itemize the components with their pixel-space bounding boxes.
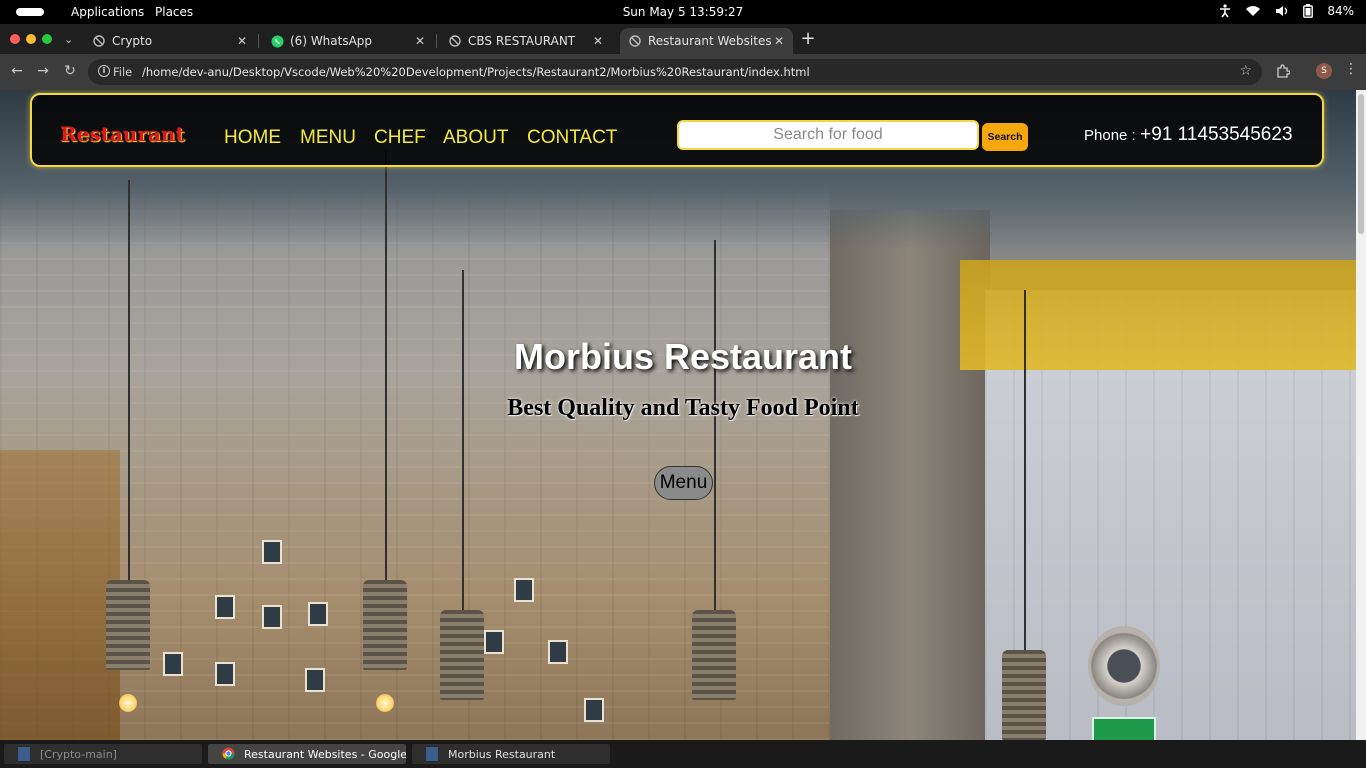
- tab-title: (6) WhatsApp: [290, 34, 373, 48]
- wifi-icon[interactable]: [1245, 5, 1261, 17]
- window-button-crypto-main[interactable]: [Crypto-main]: [4, 744, 202, 764]
- rust-stain: [0, 450, 120, 740]
- close-tab-icon[interactable]: ✕: [771, 34, 787, 48]
- menu-button[interactable]: Menu: [654, 466, 713, 500]
- site-navbar: Restaurant HOME MENU CHEF ABOUT CONTACT …: [30, 93, 1324, 167]
- pendant-lamp: [440, 610, 484, 700]
- address-bar[interactable]: i File /home/dev-anu/Desktop/Vscode/Web%…: [88, 59, 1262, 85]
- light-bulb: [376, 694, 394, 712]
- browser-menu-icon[interactable]: ⋮: [1344, 61, 1358, 77]
- clock[interactable]: Sun May 5 13:59:27: [0, 5, 1366, 19]
- pendant-lamp: [1002, 650, 1046, 740]
- close-tab-icon[interactable]: ✕: [234, 34, 250, 48]
- site-info-icon[interactable]: i: [98, 65, 110, 77]
- wall-art-frame: [305, 668, 325, 692]
- pendant-lamp: [106, 580, 150, 670]
- wall-art-frame: [514, 578, 534, 602]
- minimize-window-button[interactable]: [26, 34, 36, 44]
- globe-icon: [92, 34, 106, 48]
- close-tab-icon[interactable]: ✕: [412, 34, 428, 48]
- lamp-cable: [714, 240, 716, 610]
- window-button-label: [Crypto-main]: [40, 747, 117, 761]
- browser-toolbar: ← → ↻ i File /home/dev-anu/Desktop/Vscod…: [0, 54, 1366, 90]
- tab-title: Restaurant Websites: [648, 34, 771, 48]
- extensions-puzzle-icon[interactable]: [1276, 63, 1291, 82]
- food-search-input[interactable]: [677, 120, 979, 150]
- search-button[interactable]: Search: [982, 123, 1028, 151]
- wall-art-frame: [163, 652, 183, 676]
- new-tab-button[interactable]: +: [800, 28, 816, 49]
- forward-arrow-icon[interactable]: →: [34, 63, 52, 79]
- scheme-label: File: [113, 65, 133, 79]
- hero-subtitle: Best Quality and Tasty Food Point: [507, 395, 859, 421]
- nav-link-chef[interactable]: CHEF: [374, 127, 426, 149]
- wall-art-frame: [215, 595, 235, 619]
- tab-divider: [436, 34, 437, 48]
- hero-title: Morbius Restaurant: [513, 336, 853, 377]
- system-tray[interactable]: 84%: [1219, 4, 1354, 18]
- nav-link-contact[interactable]: CONTACT: [527, 127, 617, 149]
- chrome-icon: [222, 747, 235, 761]
- reload-icon[interactable]: ↻: [61, 63, 79, 79]
- nav-link-home[interactable]: HOME: [224, 127, 281, 149]
- phone-label: Phone :: [1084, 127, 1136, 144]
- bookmark-star-icon[interactable]: ☆: [1239, 63, 1252, 79]
- wall-art-frame: [308, 602, 328, 626]
- close-window-button[interactable]: [10, 34, 20, 44]
- tab-title: CBS RESTAURANT: [468, 34, 576, 48]
- globe-icon: [448, 34, 462, 48]
- wall-art-frame: [584, 698, 604, 722]
- tab-whatsapp[interactable]: (6) WhatsApp ✕: [262, 28, 434, 54]
- pendant-lamp: [363, 580, 407, 670]
- phone-contact: Phone : +91 11453545623: [1084, 124, 1293, 146]
- editor-window-icon: [18, 747, 30, 761]
- window-list-bar: [Crypto-main] Restaurant Websites - Goog…: [0, 740, 1366, 768]
- volume-icon[interactable]: [1275, 5, 1289, 17]
- tab-strip: ⌄ Crypto ✕ (6) WhatsApp ✕ CBS RESTAURANT…: [0, 24, 1366, 54]
- lamp-cable: [128, 180, 130, 580]
- globe-icon: [628, 34, 642, 48]
- system-top-bar: Applications Places Sun May 5 13:59:27 8…: [0, 0, 1366, 24]
- document-window-icon: [426, 747, 438, 761]
- window-button-label: Morbius Restaurant: [448, 747, 556, 761]
- tab-restaurant-websites[interactable]: Restaurant Websites ✕: [620, 28, 793, 54]
- pendant-lamp: [692, 610, 736, 700]
- accessibility-icon[interactable]: [1219, 4, 1231, 18]
- page-viewport: Restaurant HOME MENU CHEF ABOUT CONTACT …: [0, 90, 1356, 740]
- nav-link-menu[interactable]: MENU: [300, 127, 356, 149]
- round-vent: [1088, 626, 1160, 706]
- battery-percent: 84%: [1327, 4, 1354, 18]
- wall-art-frame: [548, 640, 568, 664]
- close-tab-icon[interactable]: ✕: [590, 34, 606, 48]
- tab-cbs-restaurant[interactable]: CBS RESTAURANT ✕: [440, 28, 612, 54]
- url-text[interactable]: /home/dev-anu/Desktop/Vscode/Web%20%20De…: [142, 65, 810, 79]
- maximize-window-button[interactable]: [42, 34, 52, 44]
- window-button-chrome[interactable]: Restaurant Websites - Google Ch...: [208, 744, 406, 764]
- light-bulb: [119, 694, 137, 712]
- back-arrow-icon[interactable]: ←: [8, 63, 26, 79]
- exit-sign: [1092, 717, 1156, 740]
- tab-crypto[interactable]: Crypto ✕: [84, 28, 256, 54]
- lamp-cable: [462, 270, 464, 610]
- page-scrollbar[interactable]: [1356, 90, 1366, 740]
- wall-art-frame: [484, 630, 504, 654]
- wall-art-frame: [215, 662, 235, 686]
- nav-link-about[interactable]: ABOUT: [443, 127, 508, 149]
- wall-art-frame: [262, 540, 282, 564]
- window-button-morbius-restaurant[interactable]: Morbius Restaurant: [412, 744, 610, 764]
- scrollbar-thumb[interactable]: [1358, 94, 1364, 234]
- tab-search-chevron-icon[interactable]: ⌄: [64, 33, 73, 46]
- wall-art-frame: [262, 605, 282, 629]
- battery-icon[interactable]: [1303, 4, 1314, 18]
- tab-title: Crypto: [112, 34, 153, 48]
- phone-number: +91 11453545623: [1140, 124, 1293, 145]
- window-button-label: Restaurant Websites - Google Ch...: [244, 747, 406, 761]
- profile-avatar[interactable]: S: [1316, 63, 1332, 79]
- tab-divider: [258, 34, 259, 48]
- site-logo[interactable]: Restaurant: [60, 122, 185, 146]
- whatsapp-icon: [270, 34, 284, 48]
